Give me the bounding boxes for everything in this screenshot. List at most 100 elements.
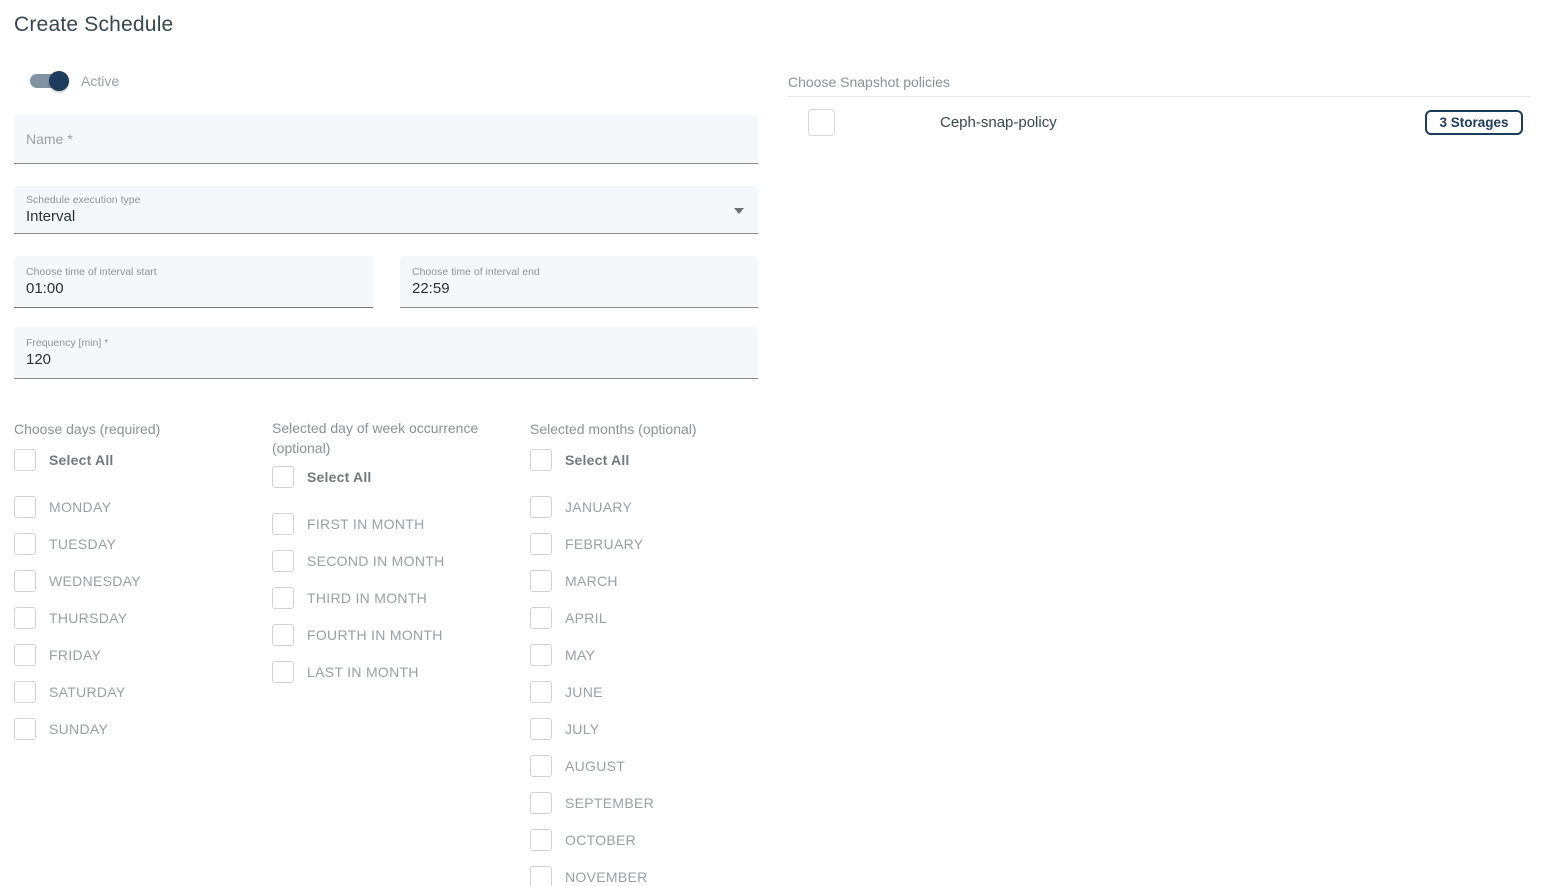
months-header: Selected months (optional) (530, 419, 760, 439)
month-label-january: JANUARY (565, 499, 632, 515)
month-label-june: JUNE (565, 684, 603, 700)
checkbox-days-select-all[interactable] (14, 449, 36, 471)
checkbox-may[interactable] (530, 644, 552, 666)
month-row: NOVEMBER (530, 865, 760, 886)
storages-count-button[interactable]: 3 Storages (1425, 110, 1523, 135)
checkbox-november[interactable] (530, 866, 552, 886)
month-row: AUGUST (530, 754, 760, 777)
checkbox-january[interactable] (530, 496, 552, 518)
checkbox-april[interactable] (530, 607, 552, 629)
occurrence-header: Selected day of week occurrence (optiona… (272, 418, 482, 458)
checkbox-first-in-month[interactable] (272, 513, 294, 535)
checkbox-third-in-month[interactable] (272, 587, 294, 609)
occurrence-label-last: LAST IN MONTH (307, 664, 419, 680)
occurrence-label-third: THIRD IN MONTH (307, 590, 427, 606)
month-row: MAY (530, 643, 760, 666)
month-label-april: APRIL (565, 610, 607, 626)
day-label-wednesday: WEDNESDAY (49, 573, 141, 589)
checkbox-monday[interactable] (14, 496, 36, 518)
occurrence-label-first: FIRST IN MONTH (307, 516, 425, 532)
occurrence-select-all-label: Select All (307, 469, 372, 485)
month-row: MARCH (530, 569, 760, 592)
month-row: FEBRUARY (530, 532, 760, 555)
days-header: Choose days (required) (14, 419, 264, 439)
frequency-field: Frequency [min] * (14, 327, 758, 379)
divider (788, 96, 1530, 97)
frequency-input[interactable] (14, 349, 758, 368)
interval-end-input[interactable] (400, 278, 758, 297)
day-label-monday: MONDAY (49, 499, 111, 515)
checkbox-friday[interactable] (14, 644, 36, 666)
month-row: OCTOBER (530, 828, 760, 851)
checkbox-occurrence-select-all[interactable] (272, 466, 294, 488)
month-row: APRIL (530, 606, 760, 629)
name-field (14, 115, 758, 164)
checkbox-thursday[interactable] (14, 607, 36, 629)
checkbox-fourth-in-month[interactable] (272, 624, 294, 646)
active-toggle-row: Active (30, 73, 119, 89)
policy-row: Ceph-snap-policy 3 Storages (788, 104, 1530, 142)
months-select-all-label: Select All (565, 452, 630, 468)
occurrence-section: Selected day of week occurrence (optiona… (272, 418, 482, 697)
day-row: SUNDAY (14, 717, 264, 740)
months-section: Selected months (optional) Select All JA… (530, 419, 760, 886)
checkbox-august[interactable] (530, 755, 552, 777)
day-row: TUESDAY (14, 532, 264, 555)
occurrence-row: LAST IN MONTH (272, 660, 482, 683)
day-row: WEDNESDAY (14, 569, 264, 592)
checkbox-september[interactable] (530, 792, 552, 814)
month-row: JULY (530, 717, 760, 740)
checkbox-march[interactable] (530, 570, 552, 592)
chevron-down-icon (734, 208, 744, 214)
checkbox-tuesday[interactable] (14, 533, 36, 555)
days-select-all-label: Select All (49, 452, 114, 468)
day-label-friday: FRIDAY (49, 647, 101, 663)
occurrence-row: THIRD IN MONTH (272, 586, 482, 609)
month-label-august: AUGUST (565, 758, 625, 774)
day-label-thursday: THURSDAY (49, 610, 127, 626)
checkbox-second-in-month[interactable] (272, 550, 294, 572)
month-label-july: JULY (565, 721, 599, 737)
snapshot-policies-header: Choose Snapshot policies (788, 74, 950, 90)
checkbox-last-in-month[interactable] (272, 661, 294, 683)
execution-type-select[interactable]: Schedule execution type Interval (14, 186, 758, 234)
interval-start-input[interactable] (14, 278, 373, 297)
month-row: JUNE (530, 680, 760, 703)
day-row: MONDAY (14, 495, 264, 518)
interval-start-field: Choose time of interval start (14, 256, 373, 308)
interval-start-label: Choose time of interval start (14, 256, 373, 278)
name-input[interactable] (14, 115, 758, 163)
checkbox-months-select-all[interactable] (530, 449, 552, 471)
interval-end-field: Choose time of interval end (400, 256, 758, 308)
occurrence-label-second: SECOND IN MONTH (307, 553, 445, 569)
occurrence-label-fourth: FOURTH IN MONTH (307, 627, 443, 643)
day-row: SATURDAY (14, 680, 264, 703)
month-label-february: FEBRUARY (565, 536, 643, 552)
execution-type-label: Schedule execution type (14, 186, 758, 206)
checkbox-july[interactable] (530, 718, 552, 740)
execution-type-value: Interval (14, 206, 758, 225)
active-toggle-thumb (49, 71, 69, 91)
days-section: Choose days (required) Select All MONDAY… (14, 419, 264, 754)
days-select-all-row: Select All (14, 448, 264, 471)
month-label-september: SEPTEMBER (565, 795, 654, 811)
checkbox-ceph-snap-policy[interactable] (808, 109, 835, 136)
policy-name: Ceph-snap-policy (940, 114, 1057, 131)
occurrence-select-all-row: Select All (272, 465, 482, 488)
active-toggle[interactable] (30, 74, 66, 88)
month-label-may: MAY (565, 647, 595, 663)
day-label-tuesday: TUESDAY (49, 536, 116, 552)
checkbox-june[interactable] (530, 681, 552, 703)
checkbox-october[interactable] (530, 829, 552, 851)
active-toggle-label: Active (81, 73, 119, 89)
checkbox-wednesday[interactable] (14, 570, 36, 592)
page-title: Create Schedule (14, 13, 173, 37)
frequency-label: Frequency [min] * (14, 327, 758, 349)
month-label-november: NOVEMBER (565, 869, 648, 885)
day-row: FRIDAY (14, 643, 264, 666)
checkbox-saturday[interactable] (14, 681, 36, 703)
month-row: SEPTEMBER (530, 791, 760, 814)
checkbox-february[interactable] (530, 533, 552, 555)
checkbox-sunday[interactable] (14, 718, 36, 740)
interval-end-label: Choose time of interval end (400, 256, 758, 278)
